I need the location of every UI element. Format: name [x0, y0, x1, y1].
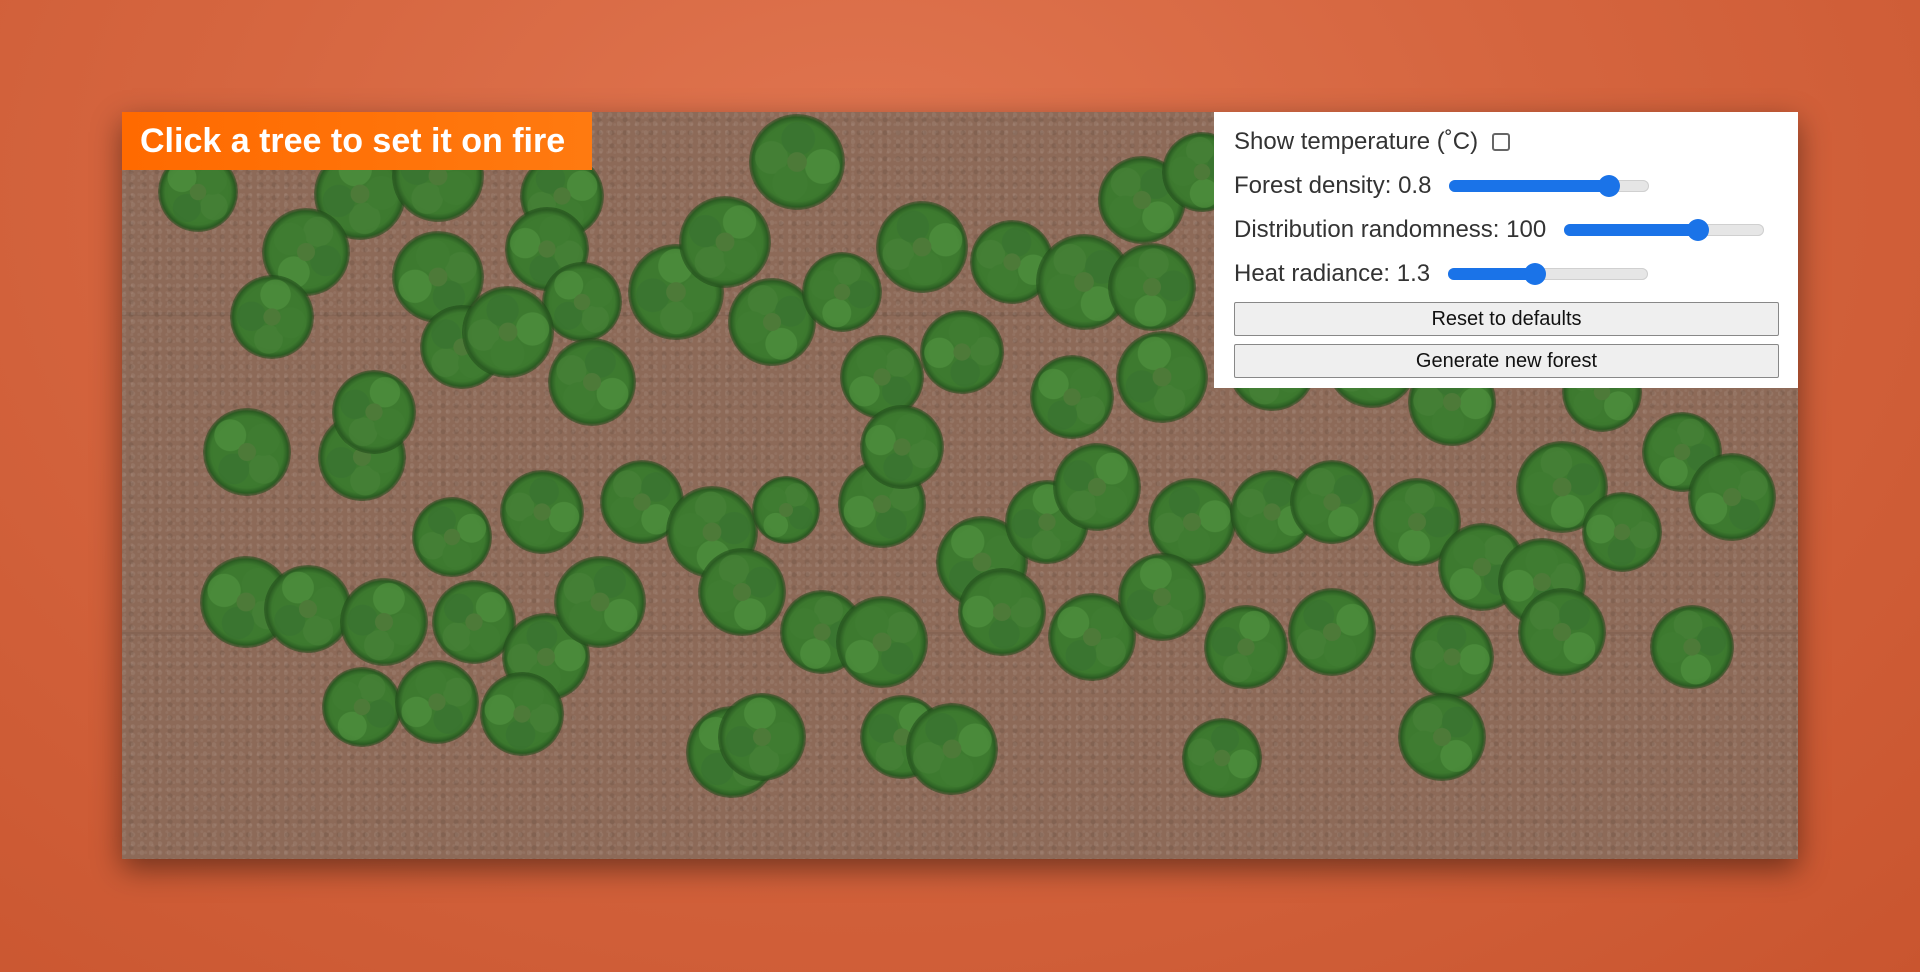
randomness-row: Distribution randomness: 100: [1234, 208, 1780, 252]
randomness-slider-thumb[interactable]: [1686, 219, 1709, 241]
density-slider-fill: [1449, 180, 1610, 192]
heat-slider-fill: [1448, 268, 1535, 280]
heat-slider-thumb[interactable]: [1523, 263, 1546, 285]
tree[interactable]: [1099, 314, 1225, 440]
tree[interactable]: [1277, 577, 1387, 687]
settings-panel: Show temperature (˚C) Forest density: 0.…: [1214, 112, 1798, 388]
tree[interactable]: [1168, 704, 1276, 812]
randomness-slider-fill: [1564, 224, 1698, 236]
density-slider-thumb[interactable]: [1598, 175, 1621, 197]
tree[interactable]: [1192, 593, 1300, 701]
heat-slider[interactable]: [1448, 263, 1649, 285]
tree[interactable]: [1390, 685, 1494, 789]
tree[interactable]: [399, 484, 505, 590]
density-row: Forest density: 0.8: [1234, 164, 1780, 208]
density-slider[interactable]: [1449, 175, 1650, 197]
heat-label: Heat radiance: 1.3: [1234, 260, 1431, 287]
generate-button[interactable]: Generate new forest: [1234, 344, 1779, 378]
randomness-slider[interactable]: [1564, 219, 1765, 241]
temperature-row: Show temperature (˚C): [1234, 120, 1780, 164]
reset-button[interactable]: Reset to defaults: [1234, 302, 1779, 336]
tree[interactable]: [1025, 350, 1119, 444]
temperature-checkbox[interactable]: [1492, 133, 1511, 151]
temperature-label: Show temperature (˚C): [1234, 128, 1479, 155]
tree[interactable]: [539, 329, 645, 435]
instruction-banner: Click a tree to set it on fire: [122, 112, 592, 170]
tree[interactable]: [747, 471, 825, 549]
randomness-label: Distribution randomness: 100: [1234, 216, 1547, 243]
tree[interactable]: [200, 405, 294, 499]
tree[interactable]: [1517, 587, 1607, 677]
tree[interactable]: [484, 454, 600, 570]
density-label: Forest density: 0.8: [1234, 172, 1432, 199]
tree[interactable]: [1633, 588, 1751, 706]
heat-row: Heat radiance: 1.3: [1234, 252, 1780, 296]
